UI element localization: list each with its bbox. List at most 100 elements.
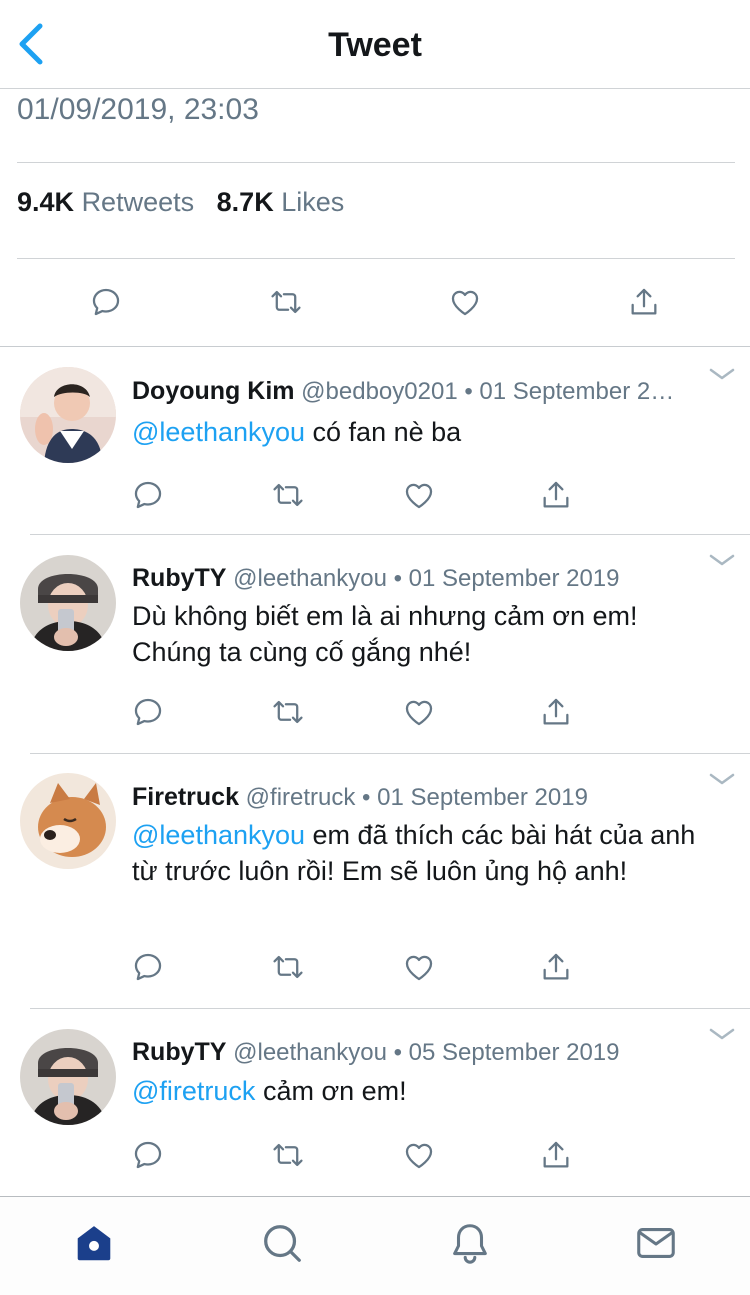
divider [30,753,750,754]
tab-home[interactable] [64,1213,124,1273]
like-button[interactable] [397,1133,441,1177]
like-button[interactable] [397,473,441,517]
home-icon [77,1226,111,1261]
avatar-photo [20,1029,116,1125]
retweets-label: Retweets [81,187,195,217]
reply-handle[interactable]: @firetruck [246,784,356,811]
share-button[interactable] [534,690,578,734]
avatar[interactable] [20,1029,116,1125]
share-button[interactable] [622,280,666,324]
retweet-icon [273,700,303,724]
like-icon [405,483,433,509]
tweet-timestamp: 01/09/2019, 23:03 [17,93,259,126]
separator: • [355,784,378,811]
reply-text: @leethankyou có fan nè ba [132,414,712,450]
notifications-icon [453,1224,487,1264]
reply-icon [134,481,162,509]
retweet-button[interactable] [266,690,310,734]
separator: • [457,378,480,405]
like-icon [405,955,433,981]
retweet-icon [273,955,303,979]
avatar[interactable] [20,367,116,463]
tweet-stats: 9.4K Retweets 8.7K Likes [17,187,344,218]
tab-notifications[interactable] [440,1213,500,1273]
divider [30,534,750,535]
reply-icon [92,288,120,316]
reply-text: Dù không biết em là ai nhưng cảm ơn em! … [132,598,712,670]
tab-search[interactable] [252,1213,312,1273]
avatar[interactable] [20,555,116,651]
chevron-down-icon[interactable] [708,552,736,570]
mention-link[interactable]: @leethankyou [132,820,305,850]
reply-button[interactable] [126,945,170,989]
reply-meta: RubyTY @leethankyou • 01 September 2019 [132,564,712,593]
divider [0,346,750,347]
reply-text: @firetruck cảm ơn em! [132,1073,712,1109]
reply-body: Dù không biết em là ai nhưng cảm ơn em! … [132,601,638,667]
reply-button[interactable] [126,473,170,517]
share-button[interactable] [534,945,578,989]
like-button[interactable] [397,690,441,734]
reply-body: có fan nè ba [305,417,462,447]
avatar[interactable] [20,773,116,869]
chevron-down-icon[interactable] [708,366,736,384]
divider [17,162,735,163]
search-icon [264,1225,301,1262]
reply-text: @leethankyou em đã thích các bài hát của… [132,817,712,889]
likes-count: 8.7K [216,187,274,217]
like-icon [405,700,433,726]
reply-meta: RubyTY @leethankyou • 05 September 2019 [132,1038,712,1067]
share-button[interactable] [534,1133,578,1177]
retweet-button[interactable] [266,1133,310,1177]
like-icon [451,290,479,316]
reply-date: 05 September 2019 [408,1039,620,1066]
reply-handle[interactable]: @leethankyou [233,1039,387,1066]
reply-author-name[interactable]: Firetruck [132,783,239,811]
reply-date: 01 September 2019 [377,784,588,811]
like-icon [405,1143,433,1169]
retweet-button[interactable] [264,280,308,324]
messages-icon [637,1228,675,1258]
reply-author-name[interactable]: Doyoung Kim [132,377,295,405]
retweets-count: 9.4K [17,187,75,217]
reply-icon [134,953,162,981]
divider [30,1008,750,1009]
retweet-icon [273,483,303,507]
reply-handle[interactable]: @leethankyou [233,565,387,592]
reply-author-name[interactable]: RubyTY [132,564,226,592]
tab-messages[interactable] [626,1213,686,1273]
retweet-button[interactable] [266,473,310,517]
separator: • [386,565,409,592]
reply-handle[interactable]: @bedboy0201 [301,378,458,405]
likes-label: Likes [281,187,345,217]
reply-meta: Doyoung Kim @bedboy0201 • 01 September 2… [132,377,712,406]
separator: • [386,1039,409,1066]
reply-author-name[interactable]: RubyTY [132,1038,226,1066]
reply-body: cảm ơn em! [255,1076,407,1106]
share-icon [543,481,569,508]
reply-icon [134,1141,162,1169]
likes-stat[interactable]: 8.7K Likes [217,187,345,217]
like-button[interactable] [443,280,487,324]
mention-link[interactable]: @leethankyou [132,417,305,447]
reply-button[interactable] [126,690,170,734]
like-button[interactable] [397,945,441,989]
reply-meta: Firetruck @firetruck • 01 September 2019 [132,783,712,812]
share-icon [543,953,569,980]
tab-bar [0,1196,750,1295]
share-icon [543,1141,569,1168]
chevron-down-icon[interactable] [708,771,736,789]
share-icon [631,288,657,315]
mention-link[interactable]: @firetruck [132,1076,255,1106]
reply-button[interactable] [84,280,128,324]
share-button[interactable] [534,473,578,517]
reply-date: 01 September 2… [479,378,675,405]
retweets-stat[interactable]: 9.4K Retweets [17,187,202,217]
divider [17,258,735,259]
avatar-photo [20,367,116,463]
reply-date: 01 September 2019 [408,565,620,592]
retweet-button[interactable] [266,945,310,989]
reply-button[interactable] [126,1133,170,1177]
header: Tweet [0,0,750,89]
chevron-down-icon[interactable] [708,1026,736,1044]
